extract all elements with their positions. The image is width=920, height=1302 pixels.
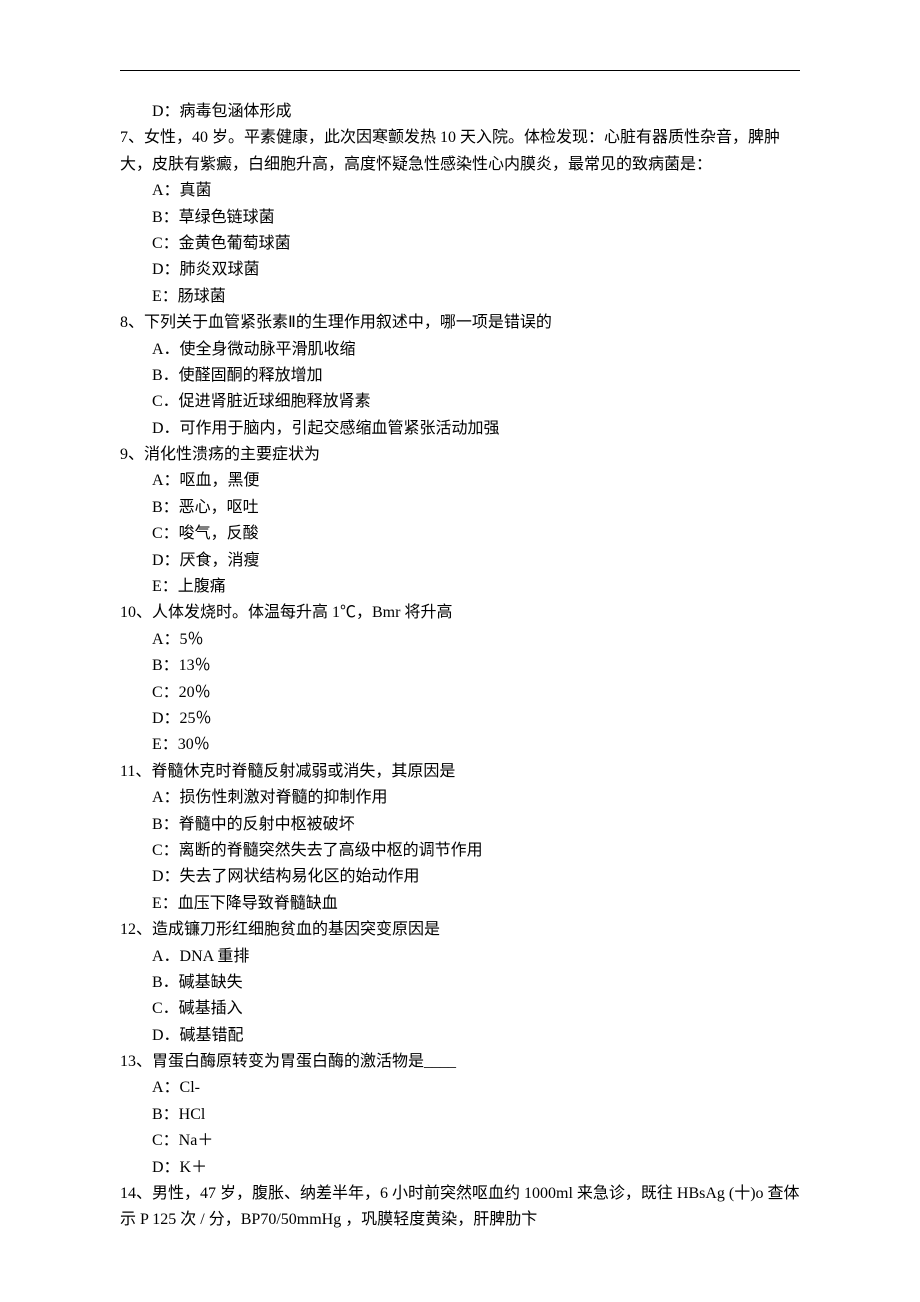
q9-option-a: A：呕血，黑便: [120, 468, 800, 494]
q9-option-d: D：厌食，消瘦: [120, 548, 800, 574]
q10-option-d: D：25％: [120, 706, 800, 732]
q10-option-b: B：13％: [120, 653, 800, 679]
q11-option-c: C：离断的脊髓突然失去了高级中枢的调节作用: [120, 838, 800, 864]
q8-text: 8、下列关于血管紧张素Ⅱ的生理作用叙述中，哪一项是错误的: [120, 310, 800, 336]
q8-option-a: A．使全身微动脉平滑肌收缩: [120, 337, 800, 363]
q12-option-c: C．碱基插入: [120, 996, 800, 1022]
q13-option-c: C：Na＋: [120, 1128, 800, 1154]
q7-option-d: D：肺炎双球菌: [120, 257, 800, 283]
q7-option-b: B：草绿色链球菌: [120, 205, 800, 231]
q13-option-b: B：HCl: [120, 1102, 800, 1128]
q7-option-a: A：真菌: [120, 178, 800, 204]
q8-option-d: D．可作用于脑内，引起交感缩血管紧张活动加强: [120, 416, 800, 442]
q13-option-a: A：Cl-: [120, 1075, 800, 1101]
q7-option-c: C：金黄色葡萄球菌: [120, 231, 800, 257]
document-page: D：病毒包涵体形成 7、女性，40 岁。平素健康，此次因寒颤发热 10 天入院。…: [0, 0, 920, 1302]
q10-option-c: C：20％: [120, 680, 800, 706]
q6-option-d: D：病毒包涵体形成: [120, 99, 800, 125]
q14-text: 14、男性，47 岁，腹胀、纳差半年，6 小时前突然呕血约 1000ml 来急诊…: [120, 1181, 800, 1234]
q9-text: 9、消化性溃疡的主要症状为: [120, 442, 800, 468]
q13-option-d: D：K＋: [120, 1155, 800, 1181]
q11-option-e: E：血压下降导致脊髓缺血: [120, 891, 800, 917]
q9-option-c: C：唆气，反酸: [120, 521, 800, 547]
q11-text: 11、脊髓休克时脊髓反射减弱或消失，其原因是: [120, 759, 800, 785]
header-rule: [120, 70, 800, 71]
q9-option-e: E：上腹痛: [120, 574, 800, 600]
q12-option-a: A．DNA 重排: [120, 944, 800, 970]
q12-text: 12、造成镰刀形红细胞贫血的基因突变原因是: [120, 917, 800, 943]
q11-option-b: B：脊髓中的反射中枢被破坏: [120, 812, 800, 838]
q7-text: 7、女性，40 岁。平素健康，此次因寒颤发热 10 天入院。体检发现：心脏有器质…: [120, 125, 800, 178]
q12-option-b: B．碱基缺失: [120, 970, 800, 996]
q8-option-c: C．促进肾脏近球细胞释放肾素: [120, 389, 800, 415]
q10-option-e: E：30％: [120, 732, 800, 758]
q9-option-b: B：恶心，呕吐: [120, 495, 800, 521]
q11-option-a: A：损伤性刺激对脊髓的抑制作用: [120, 785, 800, 811]
q10-option-a: A：5％: [120, 627, 800, 653]
q13-text: 13、胃蛋白酶原转变为胃蛋白酶的激活物是____: [120, 1049, 800, 1075]
q12-option-d: D．碱基错配: [120, 1023, 800, 1049]
q11-option-d: D：失去了网状结构易化区的始动作用: [120, 864, 800, 890]
q8-option-b: B．使醛固酮的释放增加: [120, 363, 800, 389]
q10-text: 10、人体发烧时。体温每升高 1℃，Bmr 将升高: [120, 600, 800, 626]
q7-option-e: E：肠球菌: [120, 284, 800, 310]
